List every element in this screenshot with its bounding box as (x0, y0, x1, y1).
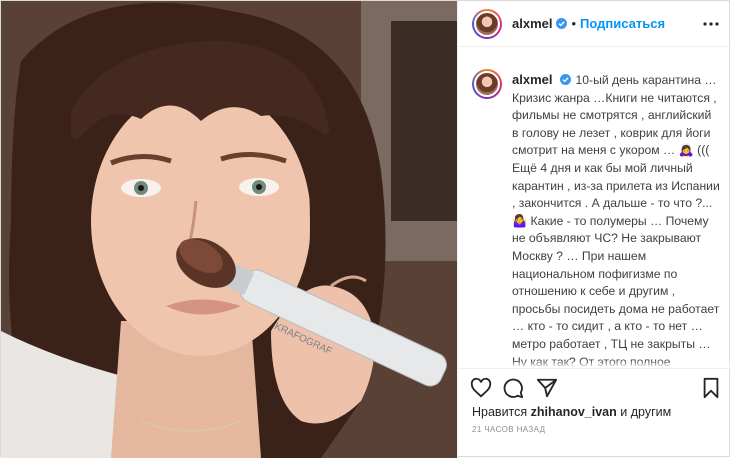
verified-badge-icon (556, 18, 568, 29)
verified-badge-icon (560, 74, 572, 85)
post-header: alxmel • Подписаться (458, 1, 730, 47)
caption-body: 10-ый день карантина … Кризис жанра …Кни… (512, 73, 720, 368)
likes-text: Нравится zhihanov_ivan и другим (472, 405, 671, 419)
header-username[interactable]: alxmel (512, 16, 552, 31)
caption-text: alxmel 10-ый день карантина … Кризис жан… (512, 71, 720, 368)
post-timestamp[interactable]: 21 часов назад (472, 425, 545, 434)
separator-dot: • (571, 16, 577, 31)
post-photo[interactable]: KRAFOGRAF (1, 1, 457, 458)
instagram-post: KRAFOGRAF alxmel • Подписаться alxmel 10… (0, 0, 730, 458)
comment-icon[interactable] (502, 377, 524, 399)
bookmark-icon[interactable] (700, 377, 722, 399)
likes-prefix: Нравится (472, 405, 531, 419)
caption-avatar[interactable] (472, 69, 502, 99)
share-icon[interactable] (536, 377, 558, 399)
more-options-icon[interactable] (702, 15, 720, 33)
caption-username[interactable]: alxmel (512, 72, 552, 87)
follow-button[interactable]: Подписаться (580, 16, 665, 31)
heart-icon[interactable] (470, 377, 492, 399)
likes-suffix[interactable]: и другим (617, 405, 671, 419)
likes-user-link[interactable]: zhihanov_ivan (531, 405, 617, 419)
avatar[interactable] (472, 8, 502, 39)
caption-area: alxmel 10-ый день карантина … Кризис жан… (458, 61, 730, 368)
selfie-image: KRAFOGRAF (1, 1, 457, 458)
post-side-panel: alxmel • Подписаться alxmel 10-ый день к… (457, 1, 730, 458)
action-bar (458, 368, 730, 404)
